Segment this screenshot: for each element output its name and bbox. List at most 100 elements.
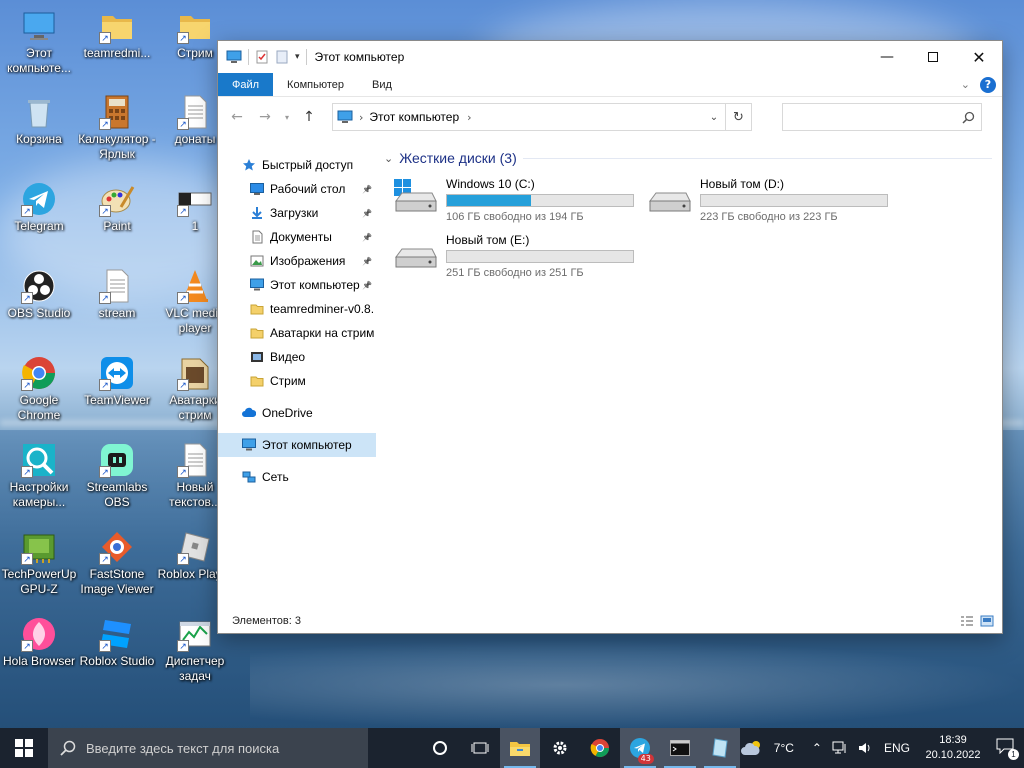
taskbar-search[interactable]: Введите здесь текст для поиска	[47, 728, 368, 768]
show-hidden-icons-icon[interactable]: ⌃	[812, 741, 822, 755]
this-pc-icon	[337, 110, 353, 123]
back-button[interactable]: ←	[226, 106, 248, 128]
cortana-button[interactable]	[420, 728, 460, 768]
drive-free-space: 223 ГБ свободно из 223 ГБ	[700, 211, 838, 223]
pin-icon[interactable]: 📌	[362, 281, 372, 290]
nav-quick-item[interactable]: Рабочий стол 📌	[218, 177, 376, 201]
start-button[interactable]	[0, 728, 48, 768]
drive-item[interactable]: Новый том (D:) 223 ГБ свободно из 223 ГБ	[646, 175, 900, 223]
nav-quick-access[interactable]: Быстрый доступ	[218, 153, 376, 177]
help-icon[interactable]: ?	[980, 76, 996, 93]
breadcrumb-separator-icon[interactable]: ›	[359, 111, 363, 124]
desktop-icon[interactable]: ↗ Telegram	[0, 181, 78, 234]
nav-onedrive[interactable]: OneDrive	[218, 401, 376, 425]
pin-icon[interactable]: 📌	[362, 209, 372, 218]
refresh-button[interactable]: ↻	[725, 104, 751, 130]
nav-network[interactable]: Сеть	[218, 465, 376, 489]
desktop-icon[interactable]: ↗ Hola Browser	[0, 616, 78, 669]
desktop-icon[interactable]: ↗ FastStone Image Viewer	[78, 529, 156, 597]
desktop-icon[interactable]: ↗ TeamViewer	[78, 355, 156, 408]
window-title: Этот компьютер	[314, 50, 405, 64]
desktop-icon[interactable]: ↗ Калькулятор - Ярлык	[78, 94, 156, 162]
desktop-icon[interactable]: ↗ TechPowerUp GPU-Z	[0, 529, 78, 597]
downloads-icon	[250, 206, 264, 220]
desktop-icon[interactable]: ↗ stream	[78, 268, 156, 321]
task-view-icon	[471, 742, 489, 754]
desktop-icon[interactable]: ↗ Roblox Studio	[78, 616, 156, 669]
taskbar-file-explorer[interactable]	[499, 728, 540, 768]
drive-item[interactable]: Windows 10 (C:) 106 ГБ свободно из 194 ГБ	[392, 175, 646, 223]
nav-quick-item[interactable]: Видео	[218, 345, 376, 369]
nav-quick-item[interactable]: Аватарки на стрим	[218, 321, 376, 345]
taskbar-settings[interactable]	[540, 728, 580, 768]
documents-icon	[250, 230, 264, 244]
taskbar-notepad[interactable]	[699, 728, 740, 768]
task-view-button[interactable]	[460, 728, 500, 768]
up-button[interactable]: ↑	[298, 106, 320, 128]
desktop-icon[interactable]: Этот компьюте...	[0, 8, 78, 76]
address-bar[interactable]: › Этот компьютер › ⌄ ↻	[332, 103, 752, 131]
gpuz-icon: ↗	[21, 529, 57, 565]
nav-quick-item[interactable]: Документы 📌	[218, 225, 376, 249]
taskbar-telegram[interactable]: 43	[619, 728, 660, 768]
details-view-icon[interactable]	[960, 615, 974, 627]
breadcrumb-chevron-icon[interactable]: ›	[467, 111, 471, 124]
pin-icon[interactable]: 📌	[362, 233, 372, 242]
shortcut-arrow-icon: ↗	[21, 466, 33, 478]
refresh-icon: ↻	[733, 109, 744, 125]
desktop-icon[interactable]: ↗ Streamlabs OBS	[78, 442, 156, 510]
desktop-icon-label: stream	[98, 306, 136, 320]
breadcrumb-this-pc[interactable]: Этот компьютер	[369, 110, 459, 124]
nav-quick-item[interactable]: Этот компьютер 📌	[218, 273, 376, 297]
clock[interactable]: 18:39 20.10.2022	[920, 733, 986, 763]
close-button[interactable]: ✕	[956, 41, 1002, 73]
nav-quick-item[interactable]: Стрим	[218, 369, 376, 393]
minimize-icon: —	[880, 49, 894, 65]
notifications-button[interactable]: 1	[996, 738, 1019, 760]
drive-item[interactable]: Новый том (E:) 251 ГБ свободно из 251 ГБ	[392, 231, 646, 279]
network-status-icon[interactable]	[832, 741, 848, 755]
desktop-icon-label: Этот компьюте...	[7, 46, 71, 75]
desktop-icon[interactable]: ↗ OBS Studio	[0, 268, 78, 321]
address-dropdown-icon[interactable]: ⌄	[703, 112, 725, 123]
minimize-button[interactable]: —	[864, 41, 910, 73]
desktop-icon-label: Streamlabs OBS	[86, 480, 148, 509]
search-box[interactable]	[782, 103, 982, 131]
tab-view[interactable]: Вид	[358, 73, 406, 96]
expand-ribbon-icon[interactable]: ⌄	[961, 78, 970, 91]
maximize-button[interactable]	[910, 41, 956, 73]
customize-toolbar-icon[interactable]: ▾	[295, 52, 300, 62]
nav-quick-item[interactable]: teamredminer-v0.8.	[218, 297, 376, 321]
new-folder-icon[interactable]	[275, 50, 289, 64]
search-icon	[962, 111, 975, 124]
input-language[interactable]: ENG	[884, 741, 910, 755]
desktop-icon[interactable]: ↗ teamredmi...	[78, 8, 156, 61]
title-bar[interactable]: ▾ Этот компьютер — ✕	[218, 41, 1002, 73]
shortcut-arrow-icon: ↗	[99, 379, 111, 391]
pin-icon[interactable]: 📌	[362, 257, 372, 266]
forward-button[interactable]: →	[254, 106, 276, 128]
tab-computer[interactable]: Компьютер	[273, 73, 358, 96]
pin-icon[interactable]: 📌	[362, 185, 372, 194]
desktop-icon[interactable]: Корзина	[0, 94, 78, 147]
properties-icon[interactable]	[255, 50, 269, 64]
nav-quick-item[interactable]: Загрузки 📌	[218, 201, 376, 225]
nav-quick-item[interactable]: Изображения 📌	[218, 249, 376, 273]
tiles-view-icon[interactable]	[980, 615, 994, 627]
group-divider	[522, 157, 992, 159]
nav-this-pc[interactable]: Этот компьютер	[218, 433, 376, 457]
weather-temperature[interactable]: 7°C	[774, 741, 794, 755]
streamlabs-icon: ↗	[99, 442, 135, 478]
drives-group-header[interactable]: ⌄ Жесткие диски (3)	[384, 147, 1002, 169]
taskbar-terminal[interactable]	[659, 728, 700, 768]
weather-cloud-icon[interactable]	[740, 740, 764, 756]
taskbar-chrome[interactable]	[580, 728, 620, 768]
recent-locations-button[interactable]: ▾	[282, 106, 292, 128]
volume-icon[interactable]	[858, 741, 874, 755]
desktop-icon[interactable]: ↗ Настройки камеры...	[0, 442, 78, 510]
desktop-icon[interactable]: ↗ Google Chrome	[0, 355, 78, 423]
tab-file[interactable]: Файл	[218, 73, 274, 96]
nav-label: teamredminer-v0.8.	[270, 302, 374, 316]
desktop-icon[interactable]: ↗ Paint	[78, 181, 156, 234]
desktop-icon-label: OBS Studio	[7, 306, 71, 320]
